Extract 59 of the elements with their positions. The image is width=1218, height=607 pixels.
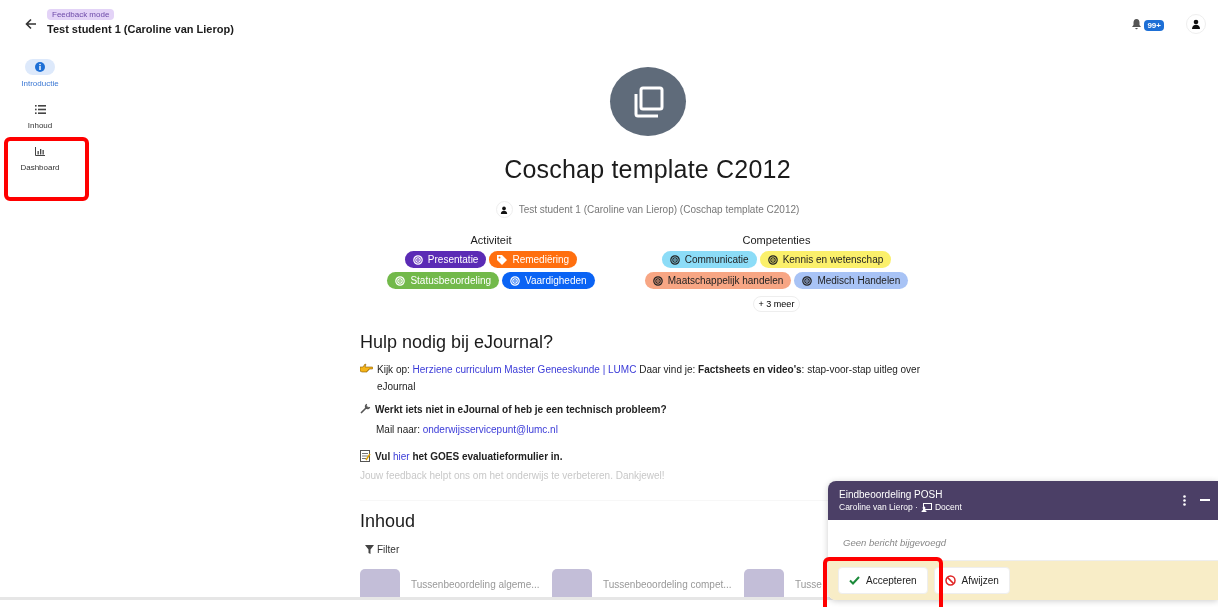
contents-heading: Inhoud xyxy=(360,511,417,532)
feedback-title: Eindbeoordeling POSH xyxy=(839,489,944,500)
list-icon xyxy=(34,104,46,114)
help-text: Mail naar: onderwijsservicepunt@lumc.nl xyxy=(376,423,558,437)
journal-title: Coschap template C2012 xyxy=(504,155,791,184)
category-tag[interactable]: Kennis en wetenschap xyxy=(759,251,892,268)
nav-item[interactable]: Dashboard xyxy=(20,143,60,172)
filter-button[interactable]: Filter xyxy=(360,544,400,555)
accept-button[interactable]: Accepteren xyxy=(838,567,928,594)
notification-count: 99+ xyxy=(1144,20,1164,31)
journal-subtitle: Test student 1 (Caroline van Lierop) (Coschap template C2012) xyxy=(518,204,800,215)
more-options-icon[interactable] xyxy=(1183,495,1186,506)
mode-badge: Feedback mode xyxy=(47,9,115,20)
category-tag[interactable]: Maatschappelijk handelen xyxy=(644,272,792,289)
memo-icon xyxy=(360,450,371,462)
target-icon xyxy=(510,275,521,286)
info-icon xyxy=(35,62,45,72)
help-text: Vul hier het GOES evaluatieformulier in. xyxy=(375,450,563,464)
tag-icon xyxy=(497,254,508,265)
target-icon xyxy=(395,275,406,286)
page-title: Test student 1 (Caroline van Lierop) xyxy=(47,23,234,35)
help-heading: Hulp nodig bij eJournal? xyxy=(360,332,555,353)
category-tag[interactable]: Medisch Handelen xyxy=(794,272,909,289)
funnel-icon xyxy=(365,545,374,554)
wrench-icon xyxy=(360,403,371,414)
tag-group-heading: Activiteit xyxy=(470,234,512,246)
help-text: Werkt iets niet in eJournal of heb je een technisch probleem? xyxy=(375,403,667,417)
nav-item[interactable]: Inhoud xyxy=(25,101,55,130)
category-tag[interactable]: Communicatie xyxy=(661,251,757,268)
category-tag[interactable]: Vaardigheden xyxy=(502,272,595,289)
show-more-button[interactable]: + 3 meer xyxy=(752,296,801,312)
target-icon xyxy=(802,275,813,286)
help-link[interactable]: Herziene curriculum Master Geneeskunde | LUMC xyxy=(412,364,637,375)
card-thumbnail[interactable] xyxy=(360,569,400,597)
target-icon xyxy=(669,254,680,265)
feedback-author: Caroline van Lierop · xyxy=(839,502,918,512)
target-icon xyxy=(412,254,423,265)
target-icon xyxy=(767,254,778,265)
card-thumbnail[interactable] xyxy=(744,569,784,597)
checkmark-icon xyxy=(849,576,860,585)
reject-button[interactable]: Afwijzen xyxy=(933,567,1010,594)
chart-icon xyxy=(35,146,45,156)
minimize-icon[interactable] xyxy=(1200,499,1210,502)
monitor-person-icon xyxy=(920,502,932,512)
tag-group-heading: Competenties xyxy=(742,234,811,246)
card-thumbnail[interactable] xyxy=(552,569,592,597)
back-arrow-icon[interactable] xyxy=(25,18,37,30)
nav-item[interactable]: Introductie xyxy=(21,59,59,88)
person-icon xyxy=(1191,19,1201,29)
category-tag[interactable]: Presentatie xyxy=(404,251,487,268)
feedback-role: Docent xyxy=(934,502,962,512)
user-avatar-button[interactable] xyxy=(1186,14,1206,34)
help-link[interactable]: onderwijsservicepunt@lumc.nl xyxy=(422,424,558,435)
help-link[interactable]: hier xyxy=(392,451,410,462)
prohibited-icon xyxy=(944,575,956,586)
help-text: Kijk op: Herziene curriculum Master Geneeskunde | LUMC Daar vind je: Factsheets en video's: stap-voor-stap uitleg over eJournal xyxy=(377,363,921,394)
pointing-hand-icon xyxy=(360,363,373,373)
bell-icon[interactable] xyxy=(1131,18,1143,30)
target-icon xyxy=(652,275,663,286)
